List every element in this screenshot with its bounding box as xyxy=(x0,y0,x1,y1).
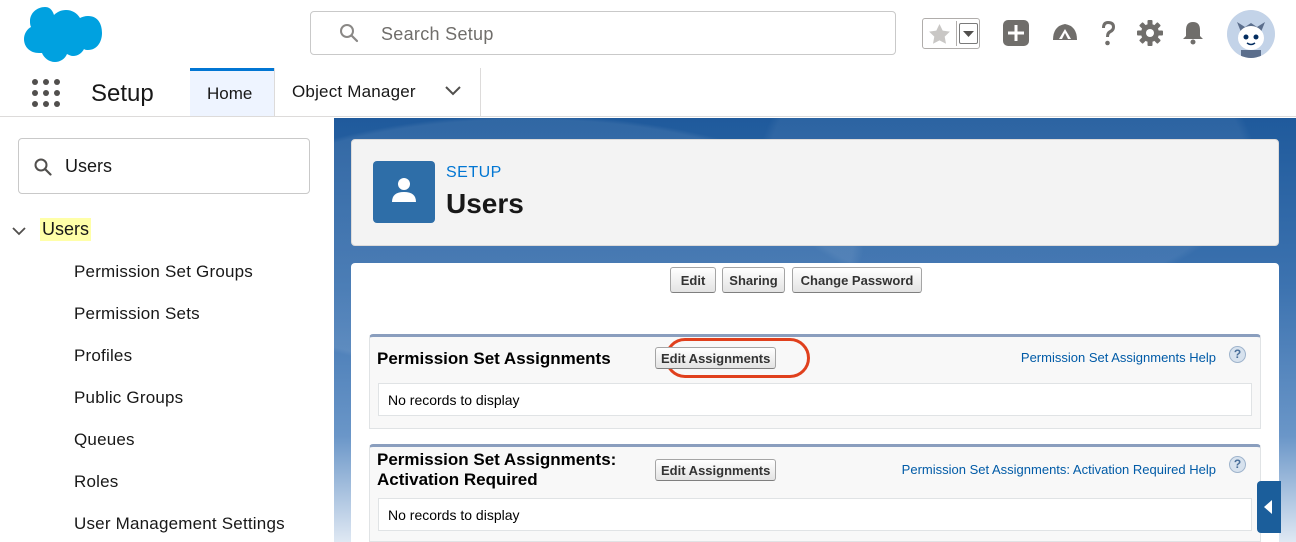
chevron-down-icon[interactable] xyxy=(445,85,461,97)
sidebar-item-permission-sets[interactable]: Permission Sets xyxy=(74,304,200,324)
change-password-button[interactable]: Change Password xyxy=(792,267,922,293)
search-icon xyxy=(340,24,359,43)
quick-find-input[interactable] xyxy=(63,151,293,181)
user-icon xyxy=(373,161,435,223)
context-bar: Setup Home Object Manager xyxy=(0,68,1296,117)
edit-assignments-button[interactable]: Edit Assignments xyxy=(655,347,777,369)
help-icon[interactable] xyxy=(1093,18,1123,48)
related-list-title-line1: Permission Set Assignments: xyxy=(377,450,617,469)
favorites-divider xyxy=(956,21,957,46)
breadcrumb[interactable]: SETUP xyxy=(446,164,502,182)
chevron-down-icon[interactable] xyxy=(12,226,26,236)
edit-assignments-button[interactable]: Edit Assignments xyxy=(655,459,777,481)
tree-node-users-label: Users xyxy=(40,218,92,241)
tab-home-label: Home xyxy=(207,84,253,103)
related-list-title: Permission Set Assignments: Activation R… xyxy=(377,450,616,490)
main-content-area: SETUP Users Edit Sharing Change Password… xyxy=(334,118,1296,542)
user-avatar[interactable] xyxy=(1227,10,1275,58)
trailhead-icon[interactable] xyxy=(1050,18,1080,48)
empty-message: No records to display xyxy=(388,507,520,523)
astro-avatar-icon xyxy=(1227,10,1275,58)
app-name: Setup xyxy=(91,80,154,107)
action-buttons: Edit Sharing Change Password xyxy=(351,267,1279,293)
chevron-down-icon xyxy=(963,31,974,37)
page-title: Users xyxy=(446,188,524,219)
detail-content: Edit Sharing Change Password Permission … xyxy=(351,263,1281,542)
sidebar-item-public-groups[interactable]: Public Groups xyxy=(74,388,183,408)
salesforce-logo[interactable] xyxy=(20,6,102,62)
collapse-panel-tab[interactable] xyxy=(1257,481,1281,533)
sharing-button[interactable]: Sharing xyxy=(722,267,785,293)
favorites-list-button[interactable] xyxy=(959,23,978,44)
favorites-star-icon[interactable] xyxy=(923,19,956,48)
related-list-title: Permission Set Assignments xyxy=(377,349,611,368)
app-launcher-icon[interactable] xyxy=(32,79,60,107)
related-list-help-link[interactable]: Permission Set Assignments Help xyxy=(1021,350,1216,365)
setup-sidebar: Users Permission Set Groups Permission S… xyxy=(0,118,334,542)
search-icon xyxy=(34,158,52,176)
related-list-help-link[interactable]: Permission Set Assignments: Activation R… xyxy=(902,462,1216,477)
notifications-bell-icon[interactable] xyxy=(1178,18,1208,48)
global-header: Search Setup xyxy=(0,0,1296,68)
related-list-permission-set-assignments-activation-required: Permission Set Assignments: Activation R… xyxy=(369,444,1261,542)
sidebar-item-queues[interactable]: Queues xyxy=(74,430,135,450)
setup-gear-icon[interactable] xyxy=(1135,18,1165,48)
page-header: SETUP Users xyxy=(351,139,1279,246)
sidebar-item-profiles[interactable]: Profiles xyxy=(74,346,132,366)
search-placeholder: Search Setup xyxy=(381,24,494,44)
global-search-input[interactable]: Search Setup xyxy=(310,11,896,55)
related-list-permission-set-assignments: Permission Set Assignments Edit Assignme… xyxy=(369,334,1261,429)
related-list-body: No records to display xyxy=(378,383,1252,416)
related-list-body: No records to display xyxy=(378,498,1252,531)
help-icon[interactable]: ? xyxy=(1229,346,1246,363)
tab-object-manager-label: Object Manager xyxy=(292,82,416,101)
tab-home[interactable]: Home xyxy=(190,68,274,116)
tab-object-manager[interactable]: Object Manager xyxy=(274,68,481,116)
quick-find-box[interactable] xyxy=(18,138,310,194)
chevron-left-icon xyxy=(1264,500,1272,514)
help-icon[interactable]: ? xyxy=(1229,456,1246,473)
related-list-title-line2: Activation Required xyxy=(377,470,538,489)
sidebar-item-roles[interactable]: Roles xyxy=(74,472,118,492)
favorites-control xyxy=(922,18,980,49)
edit-button[interactable]: Edit xyxy=(670,267,716,293)
add-icon[interactable] xyxy=(1001,18,1031,48)
sidebar-item-user-management-settings[interactable]: User Management Settings xyxy=(74,514,285,534)
empty-message: No records to display xyxy=(388,392,520,408)
sidebar-item-permission-set-groups[interactable]: Permission Set Groups xyxy=(74,262,253,282)
